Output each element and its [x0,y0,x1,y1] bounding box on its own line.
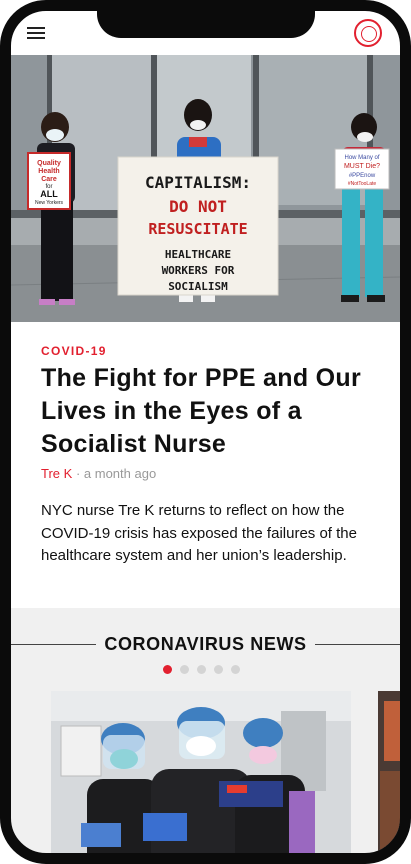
svg-text:HEALTHCARE: HEALTHCARE [165,248,231,261]
author-link[interactable]: Tre K [41,466,72,481]
hero-photo: Quality Health Care for ALL New Yorkers … [11,55,400,322]
svg-text:How Many of: How Many of [344,155,379,161]
svg-text:SOCIALISM: SOCIALISM [168,280,228,293]
byline-separator: · [75,466,81,481]
svg-text:Quality: Quality [37,160,61,167]
svg-text:ALL: ALL [40,189,58,199]
featured-article[interactable]: COVID-19 The Fight for PPE and Our Lives… [11,322,400,612]
section-heading: CORONAVIRUS NEWS [11,634,400,655]
svg-text:CAPITALISM:: CAPITALISM: [145,173,251,192]
article-time: a month ago [83,466,157,481]
coronavirus-news-section: CORONAVIRUS NEWS [11,608,400,853]
next-news-card-image[interactable] [378,691,400,853]
svg-text:#NotTooLate: #NotTooLate [348,181,377,187]
svg-text:WORKERS FOR: WORKERS FOR [162,264,235,277]
carousel-dot-4[interactable] [214,665,223,674]
svg-text:#PPEnow: #PPEnow [349,173,376,179]
svg-text:MUST Die?: MUST Die? [344,163,380,170]
carousel-indicator [163,665,248,674]
carousel-dot-2[interactable] [180,665,189,674]
site-logo-icon[interactable] [354,19,382,47]
phone-frame: Quality Health Care for ALL New Yorkers … [0,0,411,864]
carousel-dot-1[interactable] [163,665,172,674]
article-headline[interactable]: The Fight for PPE and Our Lives in the E… [41,362,381,461]
article-summary: NYC nurse Tre K returns to reflect on ho… [41,502,357,564]
svg-text:DO NOT: DO NOT [169,197,227,216]
article-category[interactable]: COVID-19 [41,344,107,358]
carousel-dot-5[interactable] [231,665,240,674]
svg-text:New Yorkers: New Yorkers [35,200,64,206]
news-card-image[interactable] [51,691,351,853]
carousel-dot-3[interactable] [197,665,206,674]
section-heading-row: CORONAVIRUS NEWS [11,630,400,660]
svg-text:Care: Care [41,176,57,183]
hamburger-menu-icon[interactable] [27,27,45,40]
svg-text:Health: Health [38,168,59,175]
svg-text:RESUSCITATE: RESUSCITATE [148,220,247,238]
phone-notch [97,0,315,38]
screen: Quality Health Care for ALL New Yorkers … [11,11,400,853]
hero-image[interactable]: Quality Health Care for ALL New Yorkers … [11,55,400,322]
nurses-in-ppe-photo [51,691,351,853]
next-card-photo [378,691,400,853]
article-byline: Tre K · a month ago [41,466,156,481]
